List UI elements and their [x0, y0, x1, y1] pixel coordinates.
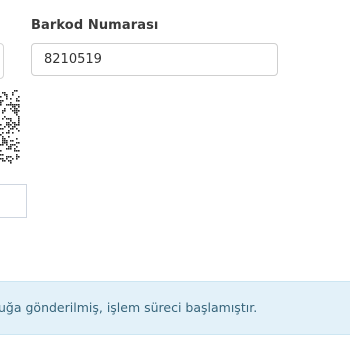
barcode-number-input[interactable]: 8210519 [31, 43, 278, 76]
status-alert: uğa gönderilmiş, işlem süreci başlamıştı… [0, 281, 350, 335]
status-alert-message: uğa gönderilmiş, işlem süreci başlamıştı… [0, 300, 258, 315]
barcode-number-value: 8210519 [44, 52, 102, 67]
qr-code-icon [0, 90, 20, 164]
partial-input-box[interactable] [0, 184, 27, 218]
page: Barkod Numarası 8210519 uğa gönderilmiş,… [0, 0, 350, 350]
previous-input-field[interactable] [0, 43, 4, 79]
barcode-number-label: Barkod Numarası [31, 18, 159, 33]
